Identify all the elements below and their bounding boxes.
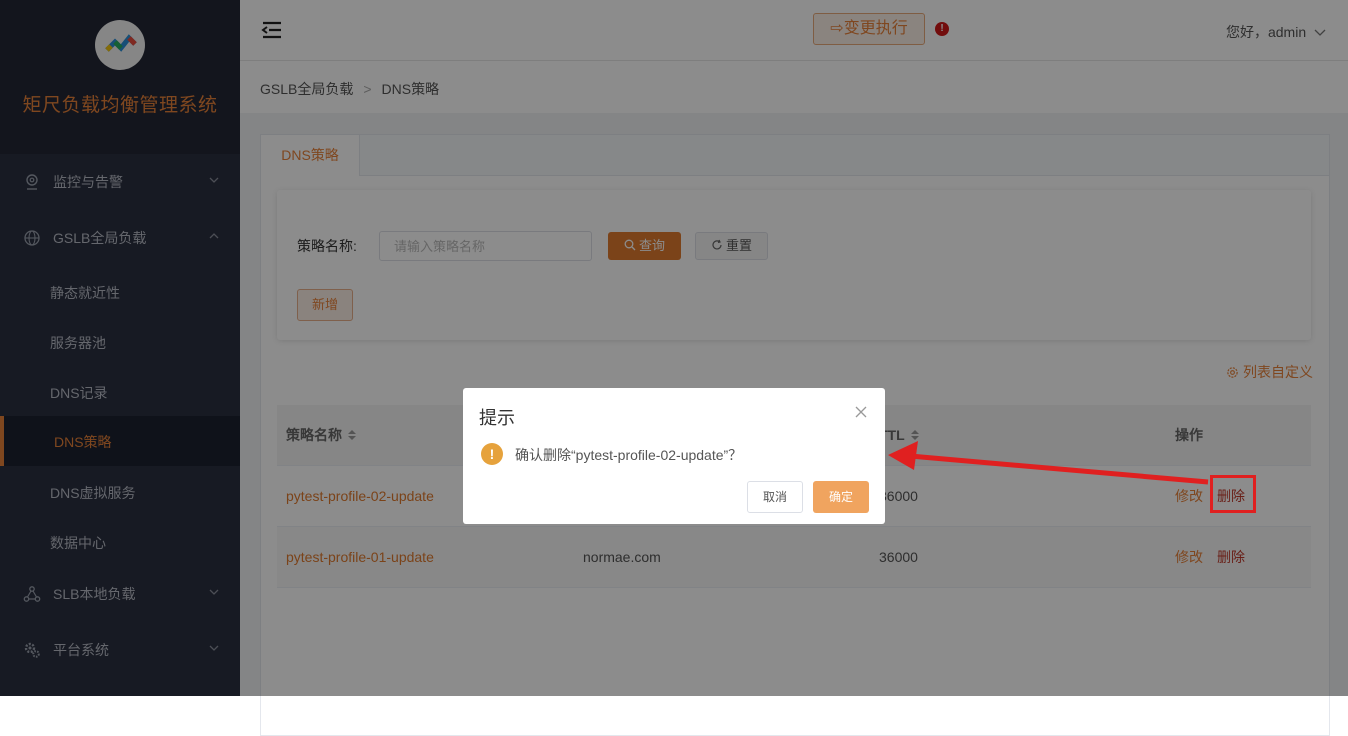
annotation-arrow-icon [888, 441, 1209, 485]
